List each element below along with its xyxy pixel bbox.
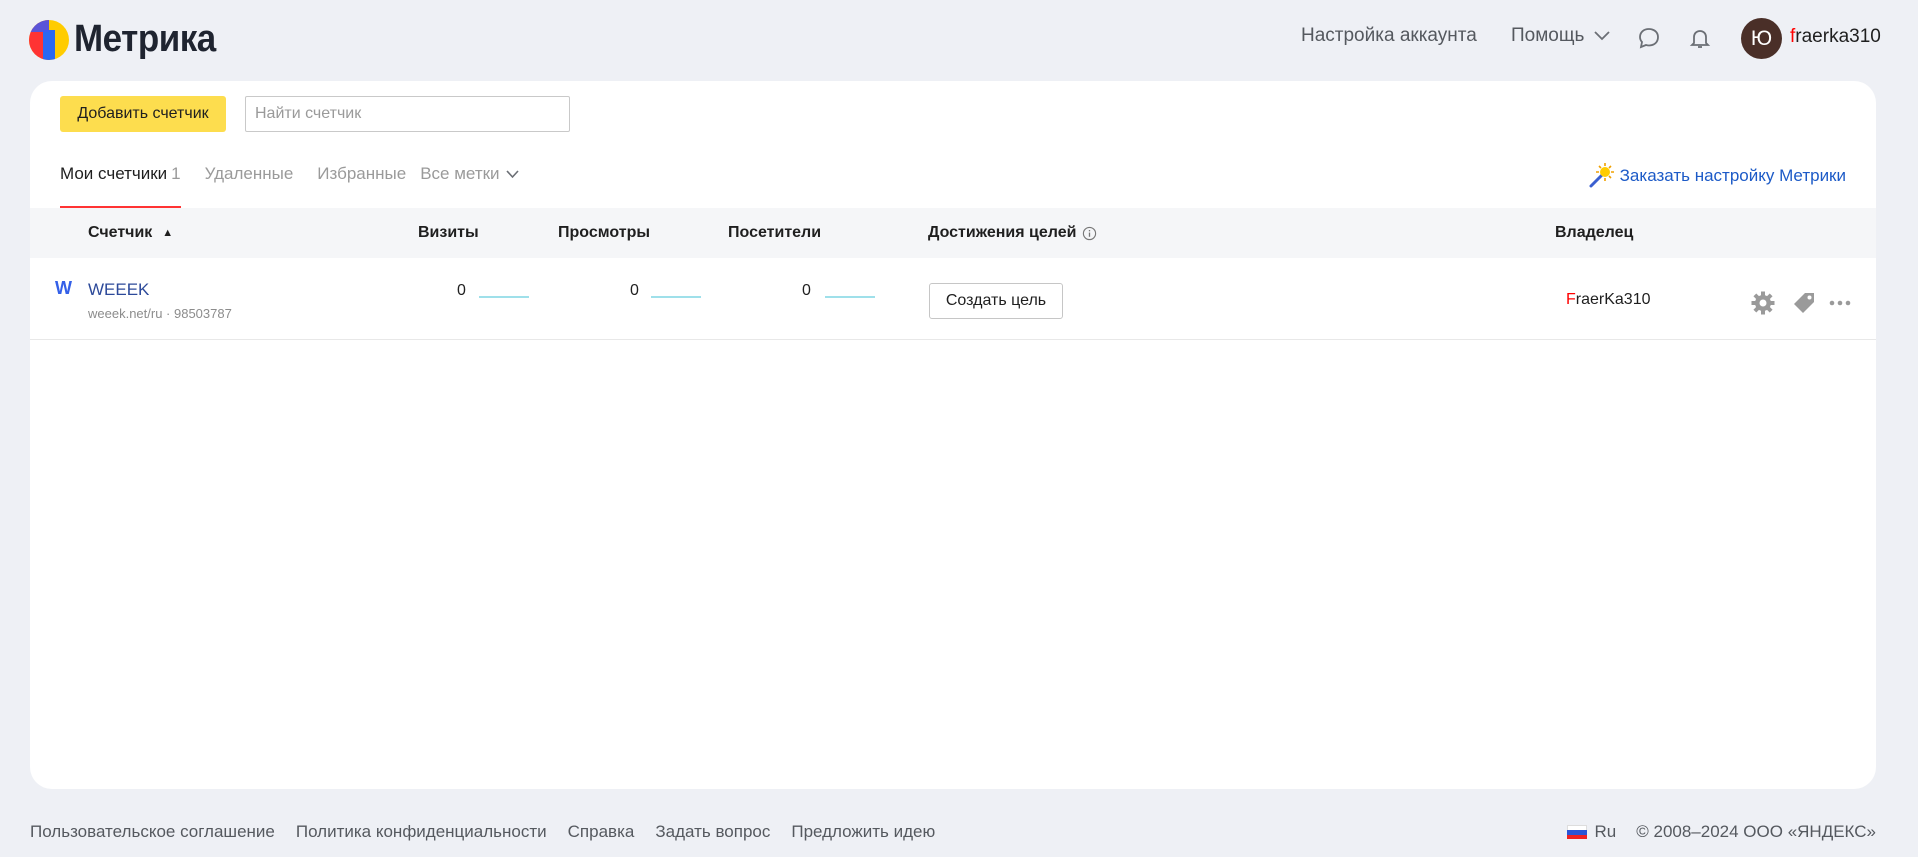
tab-all-tags[interactable]: Все метки	[420, 162, 519, 209]
footer-right: Ru © 2008–2024 ООО «ЯНДЕКС»	[1566, 822, 1876, 842]
username-rest: raerka310	[1795, 26, 1881, 47]
table-header: Счетчик ▲ Визиты Просмотры Посетители Дос…	[30, 208, 1876, 258]
column-owner-label: Владелец	[1555, 224, 1634, 241]
footer-link-help[interactable]: Справка	[568, 822, 635, 842]
footer-link-privacy[interactable]: Политика конфиденциальности	[296, 822, 547, 842]
counter-tabs: Мои счетчики 1 Удаленные Избранные Все ме…	[60, 162, 543, 209]
column-goals-label: Достижения целей	[928, 224, 1077, 241]
chat-icon[interactable]	[1637, 26, 1661, 50]
column-counter[interactable]: Счетчик ▲	[88, 224, 173, 242]
add-counter-button[interactable]: Добавить счетчик	[60, 96, 226, 132]
tab-label: Мои счетчики	[60, 164, 168, 183]
metrika-logo-icon	[29, 19, 69, 60]
column-goals[interactable]: Достижения целей	[928, 224, 1097, 242]
metrika-logo[interactable]: Метрика	[29, 18, 228, 61]
footer-links: Пользовательское соглашение Политика кон…	[30, 822, 935, 842]
more-options-icon[interactable]	[1827, 290, 1853, 316]
chevron-down-icon	[1594, 31, 1611, 41]
column-visits-label: Визиты	[418, 224, 479, 241]
column-visits[interactable]: Визиты	[418, 224, 479, 242]
avatar[interactable]: Ю	[1741, 18, 1782, 59]
owner-rest: raerKa310	[1575, 291, 1651, 308]
visits-value: 0	[457, 282, 466, 299]
order-setup-link[interactable]: Заказать настройку Метрики	[1587, 162, 1846, 190]
column-owner[interactable]: Владелец	[1555, 224, 1633, 242]
site-favicon: W	[55, 278, 72, 298]
logo-text: Метрика	[74, 18, 216, 60]
search-counter-input[interactable]	[245, 96, 570, 132]
tab-label: Избранные	[317, 164, 407, 183]
order-setup-label: Заказать настройку Метрики	[1619, 166, 1846, 185]
tab-label: Удаленные	[204, 164, 294, 183]
column-visitors-label: Посетители	[728, 224, 822, 241]
column-counter-label: Счетчик	[88, 224, 153, 241]
chevron-down-icon	[505, 169, 519, 178]
visits-sparkline	[479, 296, 529, 298]
views-value: 0	[630, 282, 639, 299]
language-switcher[interactable]: Ru	[1566, 822, 1617, 842]
footer-link-ask-question[interactable]: Задать вопрос	[655, 822, 770, 842]
sort-asc-icon: ▲	[162, 227, 174, 239]
russia-flag-icon	[1566, 825, 1587, 839]
counter-name-link[interactable]: WEEEK	[88, 280, 149, 300]
language-label: Ru	[1594, 822, 1617, 841]
table-row: W WEEEK weeek.net/ru · 98503787 0 0 0 Со…	[30, 258, 1876, 340]
visitors-value: 0	[802, 282, 811, 299]
tag-icon[interactable]	[1791, 290, 1817, 316]
tab-favorites[interactable]: Избранные	[317, 162, 406, 209]
column-visitors[interactable]: Посетители	[728, 224, 821, 242]
tab-my-counters[interactable]: Мои счетчики 1	[60, 162, 181, 209]
owner-name: FraerKa310	[1566, 291, 1651, 309]
username[interactable]: fraerka310	[1790, 26, 1881, 48]
help-menu[interactable]: Помощь	[1511, 25, 1611, 47]
bell-icon[interactable]	[1688, 26, 1712, 50]
visitors-sparkline	[825, 296, 875, 298]
column-views[interactable]: Просмотры	[558, 224, 650, 242]
copyright: © 2008–2024 ООО «ЯНДЕКС»	[1636, 822, 1876, 841]
views-sparkline	[651, 296, 701, 298]
create-goal-button[interactable]: Создать цель	[929, 283, 1063, 319]
top-header: Метрика Настройка аккаунта Помощь Ю frae…	[0, 0, 1918, 78]
footer-link-suggest-idea[interactable]: Предложить идею	[791, 822, 935, 842]
column-views-label: Просмотры	[558, 224, 651, 241]
magic-wand-icon	[1589, 163, 1614, 188]
gear-icon[interactable]	[1750, 290, 1776, 316]
tab-count: 1	[171, 164, 181, 183]
footer-link-terms[interactable]: Пользовательское соглашение	[30, 822, 275, 842]
tab-label: Все метки	[420, 164, 500, 183]
owner-first-letter: F	[1566, 291, 1576, 308]
account-settings-link[interactable]: Настройка аккаунта	[1301, 25, 1477, 47]
help-label: Помощь	[1511, 25, 1585, 46]
info-icon[interactable]	[1082, 226, 1097, 241]
tab-deleted[interactable]: Удаленные	[205, 162, 294, 209]
counter-site-and-id: weeek.net/ru · 98503787	[88, 306, 232, 321]
counters-card: Добавить счетчик Мои счетчики1 Удаленные…	[30, 81, 1876, 789]
